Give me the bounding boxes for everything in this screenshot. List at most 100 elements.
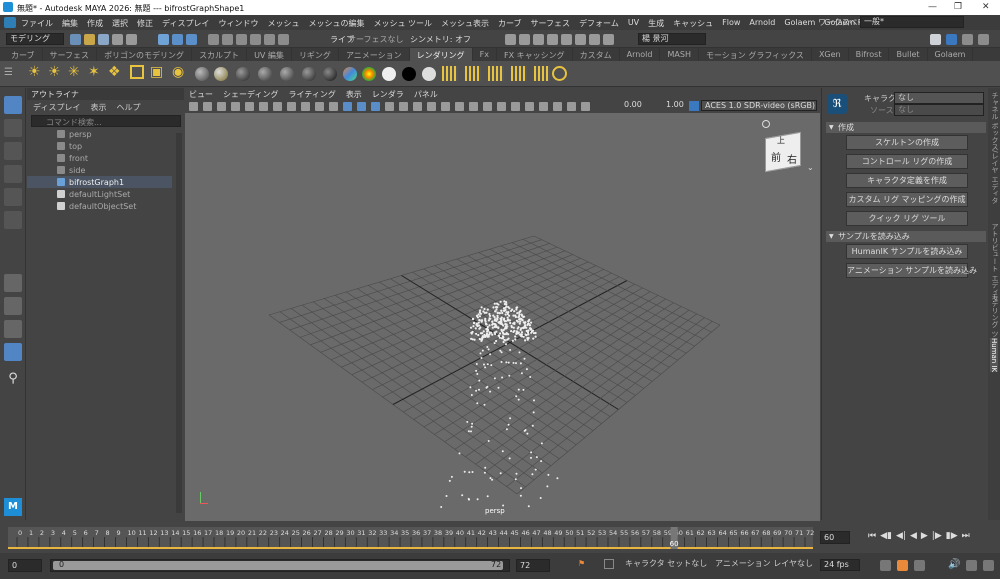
open-scene-icon[interactable]: [84, 34, 95, 45]
maya-home-icon[interactable]: M: [4, 498, 22, 516]
go-to-end-icon[interactable]: ⏭: [962, 531, 970, 541]
menu-item[interactable]: ディスプレイ: [162, 18, 209, 29]
section-header[interactable]: ▼ サンプルを読み込み: [826, 231, 986, 242]
wireframe-icon[interactable]: [343, 102, 352, 111]
shelf-tab[interactable]: Bifrost: [849, 48, 890, 61]
select-tool-icon[interactable]: [4, 96, 22, 114]
home-view-icon[interactable]: [762, 120, 770, 128]
viewport-menu-panels[interactable]: パネル: [414, 89, 438, 100]
menu-item[interactable]: 作成: [87, 18, 103, 29]
shelf-tab[interactable]: Golaem: [928, 48, 974, 61]
menu-item[interactable]: 選択: [112, 18, 128, 29]
pause-render-icon[interactable]: [603, 34, 614, 45]
menu-item[interactable]: デフォーム: [579, 18, 619, 29]
shelf-settings-icon[interactable]: ☰: [4, 67, 14, 81]
shelf-tab[interactable]: Fx: [473, 48, 497, 61]
snap-curve-icon[interactable]: [222, 34, 233, 45]
menu-item[interactable]: Arnold: [749, 18, 775, 29]
outliner-menu-show[interactable]: 表示: [90, 102, 106, 113]
paint-select-tool-icon[interactable]: [4, 142, 22, 160]
view-cube-top[interactable]: 上: [777, 135, 785, 146]
anti-aliasing-icon[interactable]: [455, 102, 464, 111]
single-view-icon[interactable]: [4, 274, 22, 292]
viewport-canvas[interactable]: [185, 113, 820, 521]
step-back-key-icon[interactable]: ◀▮: [880, 531, 892, 541]
grid-toggle-icon[interactable]: [245, 102, 254, 111]
spot-light-icon[interactable]: ✶: [88, 64, 100, 80]
shelf-tab[interactable]: リギング: [292, 48, 339, 61]
light-editor-icon[interactable]: [575, 34, 586, 45]
end-time-field[interactable]: 72: [516, 559, 550, 572]
outliner-tab[interactable]: アウトライナ: [31, 89, 79, 100]
close-icon[interactable]: ✕: [982, 2, 990, 12]
workspace-dropdown[interactable]: 一般*: [860, 16, 964, 28]
menu-item[interactable]: サーフェス: [531, 18, 571, 29]
outliner-menu-display[interactable]: ディスプレイ: [33, 102, 80, 113]
xray-components-icon[interactable]: [525, 102, 534, 111]
standard-surface-icon[interactable]: [422, 67, 436, 81]
play-forward-icon[interactable]: ▶: [921, 531, 928, 541]
save-scene-icon[interactable]: [98, 34, 109, 45]
tab-attribute-editor[interactable]: アトリビュート エディタ: [990, 223, 1000, 302]
snap-surface-icon[interactable]: [264, 34, 275, 45]
smooth-shade-icon[interactable]: [357, 102, 366, 111]
humanik-button[interactable]: コントロール リグの作成: [846, 154, 968, 169]
isolate-select-icon[interactable]: [483, 102, 492, 111]
select-hierarchy-icon[interactable]: [158, 34, 169, 45]
shelf-tab[interactable]: MASH: [660, 48, 699, 61]
outliner-menu-help[interactable]: ヘルプ: [116, 102, 140, 113]
playback-options-icon[interactable]: [983, 560, 994, 571]
snap-grid-icon[interactable]: [208, 34, 219, 45]
field-chart-icon[interactable]: [301, 102, 310, 111]
humanik-button[interactable]: カスタム リグ マッピングの作成: [846, 192, 968, 207]
toggle-panel-icon[interactable]: [946, 34, 957, 45]
attribute-editor-toggle-icon[interactable]: [978, 34, 989, 45]
symmetry-setting[interactable]: シンメトリ: オフ: [410, 34, 471, 45]
safe-action-icon[interactable]: [315, 102, 324, 111]
fps-dropdown[interactable]: 24 fps: [820, 559, 860, 571]
film-gate-icon[interactable]: [259, 102, 268, 111]
select-component-icon[interactable]: [186, 34, 197, 45]
render-view-icon[interactable]: [488, 66, 504, 81]
menu-item[interactable]: メッシュ: [267, 18, 299, 29]
anim-layer-dropdown[interactable]: アニメーション レイヤなし: [712, 559, 813, 571]
two-sided-lighting-icon[interactable]: [539, 102, 548, 111]
render-settings-icon[interactable]: [533, 34, 544, 45]
user-account-dropdown[interactable]: 楊 景河: [638, 33, 706, 45]
shelf-tab[interactable]: サーフェス: [43, 48, 98, 61]
menu-item[interactable]: 編集: [62, 18, 78, 29]
outliner-item[interactable]: defaultLightSet: [27, 188, 172, 200]
shelf-tab[interactable]: Arnold: [620, 48, 661, 61]
section-header[interactable]: ▼ 作成: [826, 122, 986, 133]
source-dropdown[interactable]: なし: [894, 104, 984, 116]
character-set-dropdown[interactable]: キャラクタ セットなし: [622, 559, 707, 571]
viewport-menu-lighting[interactable]: ライティング: [288, 89, 335, 100]
render-setup-icon[interactable]: [561, 34, 572, 45]
panel-layout-icon[interactable]: [930, 34, 941, 45]
step-forward-key-icon[interactable]: ▮▶: [946, 531, 958, 541]
redo-icon[interactable]: [126, 34, 137, 45]
ramp-shader-icon[interactable]: [343, 67, 357, 81]
tab-channel-box[interactable]: チャネル ボックス/レイヤ エディタ: [990, 92, 1000, 204]
humanik-button[interactable]: クイック リグ ツール: [846, 211, 968, 226]
gate-mask-icon[interactable]: [287, 102, 296, 111]
new-scene-icon[interactable]: [70, 34, 81, 45]
shelf-tab[interactable]: ポリゴンのモデリング: [97, 48, 193, 61]
outliner-item[interactable]: defaultObjectSet: [27, 200, 172, 212]
viewport-menu-view[interactable]: ビュー: [189, 89, 213, 100]
motion-blur-icon[interactable]: [441, 102, 450, 111]
view-cube[interactable]: 上 前 右: [765, 131, 801, 173]
shadows-icon[interactable]: [413, 102, 422, 111]
menu-item[interactable]: Golaem: [784, 18, 815, 29]
humanik-button[interactable]: HumanIK サンプルを読み込み: [846, 244, 968, 259]
rotate-tool-icon[interactable]: [4, 188, 22, 206]
colorspace-dropdown[interactable]: ACES 1.0 SDR-video (sRGB): [701, 100, 817, 111]
menu-item[interactable]: メッシュ ツール: [373, 18, 432, 29]
menu-item[interactable]: ファイル: [21, 18, 53, 29]
shelf-tab[interactable]: レンダリング: [409, 48, 473, 61]
play-backward-icon[interactable]: ◀: [910, 531, 917, 541]
step-forward-frame-icon[interactable]: |▶: [932, 531, 942, 541]
mode-dropdown[interactable]: モデリング: [6, 33, 64, 45]
shelf-tab[interactable]: アニメーション: [339, 48, 410, 61]
collapse-arrow-icon[interactable]: ▼: [829, 122, 834, 133]
